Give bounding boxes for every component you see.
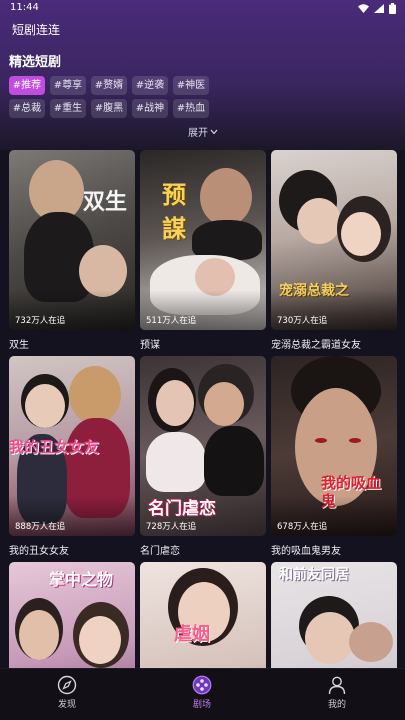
poster-title-art: 我的丑女女友: [9, 438, 100, 456]
view-count: 511万人在追: [146, 316, 197, 326]
poster-figure: [349, 438, 361, 443]
tag-chip-premium[interactable]: #尊享: [50, 76, 86, 95]
drama-card[interactable]: 和前友同居: [271, 562, 397, 668]
tag-chip-hot-blood[interactable]: #热血: [173, 99, 209, 118]
poster-figure: [204, 426, 264, 496]
nav-label: 我的: [327, 700, 346, 710]
poster-figure: [25, 384, 65, 428]
expand-tags-button[interactable]: 展开: [188, 124, 218, 139]
nav-item-mine[interactable]: 我的: [307, 675, 367, 710]
drama-card[interactable]: 双生 732万人在追 双生: [9, 150, 135, 351]
drama-poster[interactable]: 我的丑女女友 888万人在追: [9, 356, 135, 536]
drama-card[interactable]: 我的吸血鬼 678万人在追 我的吸血鬼男友: [271, 356, 397, 557]
nav-label: 发现: [57, 700, 76, 710]
tag-chip-scheming[interactable]: #腹黑: [91, 99, 127, 118]
expand-label: 展开: [188, 128, 208, 139]
poster-title-art: 预謀: [162, 180, 186, 243]
tag-chip-son-in-law[interactable]: #赘婿: [91, 76, 127, 95]
drama-poster[interactable]: 虐姻: [140, 562, 266, 668]
poster-title-art: 虐姻: [174, 624, 210, 645]
drama-poster[interactable]: 我的吸血鬼 678万人在追: [271, 356, 397, 536]
nav-item-theater[interactable]: 剧场: [172, 675, 232, 710]
poster-figure: [297, 198, 341, 244]
view-count: 730万人在追: [277, 316, 328, 326]
user-icon: [328, 676, 346, 695]
signal-icon: [374, 4, 384, 13]
battery-icon: [389, 3, 396, 14]
compass-icon: [57, 675, 77, 695]
bottom-nav: 发现 剧场 我的: [0, 668, 405, 720]
tag-chip-ceo[interactable]: #总裁: [9, 99, 45, 118]
wifi-icon: [358, 4, 369, 13]
tag-chip-war-god[interactable]: #战神: [132, 99, 168, 118]
film-reel-icon: [192, 675, 212, 695]
poster-figure: [341, 212, 381, 256]
poster-figure: [349, 622, 393, 662]
drama-poster[interactable]: 双生 732万人在追: [9, 150, 135, 330]
poster-title-art: 名门虐恋: [148, 499, 216, 519]
drama-title: 预谋: [140, 340, 160, 351]
drama-title: 我的丑女女友: [9, 546, 69, 557]
poster-figure: [200, 168, 252, 226]
nav-item-discover[interactable]: 发现: [37, 675, 97, 710]
status-bar: 11:44: [0, 0, 405, 18]
status-icons: [358, 3, 396, 14]
drama-poster[interactable]: 预謀 511万人在追: [140, 150, 266, 330]
poster-figure: [305, 612, 355, 664]
drama-card[interactable]: 宠溺总裁之 730万人在追 宠溺总裁之霸道女友: [271, 150, 397, 351]
drama-poster[interactable]: 名门虐恋 728万人在追: [140, 356, 266, 536]
drama-card[interactable]: 掌中之物: [9, 562, 135, 668]
tag-chip-recommend[interactable]: #推荐: [9, 76, 45, 95]
tag-chip-rebirth[interactable]: #重生: [50, 99, 86, 118]
poster-title-art: 双生: [83, 189, 128, 215]
drama-poster[interactable]: 掌中之物: [9, 562, 135, 668]
view-count: 678万人在追: [277, 522, 328, 532]
drama-poster[interactable]: 宠溺总裁之 730万人在追: [271, 150, 397, 330]
drama-card[interactable]: 我的丑女女友 888万人在追 我的丑女女友: [9, 356, 135, 557]
poster-figure: [156, 380, 194, 426]
poster-figure: [69, 366, 121, 424]
poster-title-art: 和前友同居: [279, 567, 349, 583]
view-count: 728万人在追: [146, 522, 197, 532]
drama-card[interactable]: 名门虐恋 728万人在追 名门虐恋: [140, 356, 266, 557]
poster-figure: [19, 610, 59, 660]
poster-figure: [315, 438, 327, 443]
nav-label: 剧场: [192, 700, 211, 710]
poster-title-art: 掌中之物: [49, 570, 114, 589]
drama-title: 我的吸血鬼男友: [271, 546, 341, 557]
drama-title: 双生: [9, 340, 29, 351]
poster-figure: [192, 220, 262, 260]
tag-chip-comeback[interactable]: #逆袭: [132, 76, 168, 95]
view-count: 888万人在追: [15, 522, 66, 532]
poster-figure: [79, 616, 121, 664]
poster-figure: [204, 382, 244, 426]
drama-card[interactable]: 虐姻: [140, 562, 266, 668]
chevron-down-icon: [210, 129, 218, 134]
app-title: 短剧连连: [12, 23, 61, 37]
poster-figure: [146, 432, 206, 492]
view-count: 732万人在追: [15, 316, 66, 326]
drama-poster[interactable]: 和前友同居: [271, 562, 397, 668]
section-title: 精选短剧: [9, 55, 62, 70]
status-time: 11:44: [10, 2, 39, 13]
drama-title: 名门虐恋: [140, 546, 180, 557]
drama-card[interactable]: 预謀 511万人在追 预谋: [140, 150, 266, 351]
main-content: 11:44 短剧连连 精选短剧 #推荐 #尊享 #赘婿 #逆袭 #神医 #总裁 …: [0, 0, 405, 668]
tag-chip-doctor[interactable]: #神医: [173, 76, 209, 95]
drama-title: 宠溺总裁之霸道女友: [271, 340, 361, 351]
